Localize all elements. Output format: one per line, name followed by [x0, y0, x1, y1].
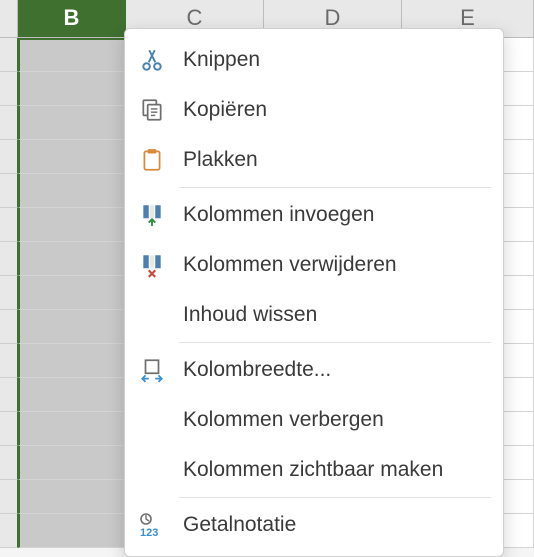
cell[interactable]: [18, 514, 126, 548]
menu-delete-columns[interactable]: Kolommen verwijderen: [125, 240, 503, 290]
copy-icon: [135, 93, 169, 127]
cell[interactable]: [18, 344, 126, 378]
row-header[interactable]: [0, 72, 18, 106]
row-header[interactable]: [0, 106, 18, 140]
row-header[interactable]: [0, 140, 18, 174]
menu-label: Plakken: [183, 148, 258, 172]
menu-hide-columns[interactable]: Kolommen verbergen: [125, 395, 503, 445]
row-header[interactable]: [0, 276, 18, 310]
cell[interactable]: [18, 276, 126, 310]
insert-columns-icon: [135, 198, 169, 232]
menu-label: Kopiëren: [183, 98, 267, 122]
corner-spacer: [0, 0, 18, 37]
column-header-b[interactable]: B: [18, 0, 126, 37]
cell[interactable]: [18, 242, 126, 276]
menu-insert-columns[interactable]: Kolommen invoegen: [125, 190, 503, 240]
cell[interactable]: [18, 140, 126, 174]
cell[interactable]: [18, 310, 126, 344]
menu-separator: [179, 342, 491, 343]
cell[interactable]: [18, 378, 126, 412]
row-header[interactable]: [0, 480, 18, 514]
hide-icon: [135, 403, 169, 437]
row-header[interactable]: [0, 208, 18, 242]
menu-label: Kolombreedte...: [183, 358, 331, 382]
menu-paste[interactable]: Plakken: [125, 135, 503, 185]
unhide-icon: [135, 453, 169, 487]
svg-text:123: 123: [140, 527, 158, 538]
row-header[interactable]: [0, 242, 18, 276]
row-header[interactable]: [0, 174, 18, 208]
menu-label: Knippen: [183, 48, 260, 72]
row-header[interactable]: [0, 310, 18, 344]
row-header[interactable]: [0, 412, 18, 446]
cell[interactable]: [18, 106, 126, 140]
column-width-icon: [135, 353, 169, 387]
row-header[interactable]: [0, 514, 18, 548]
number-format-icon: 123: [135, 508, 169, 542]
menu-separator: [179, 187, 491, 188]
cell[interactable]: [18, 412, 126, 446]
cell[interactable]: [18, 446, 126, 480]
menu-label: Kolommen verbergen: [183, 408, 384, 432]
column-context-menu: Knippen Kopiëren Plakken Kolommen invoeg…: [124, 28, 504, 557]
row-header[interactable]: [0, 38, 18, 72]
menu-number-format[interactable]: 123 Getalnotatie: [125, 500, 503, 550]
clear-icon: [135, 298, 169, 332]
menu-label: Kolommen invoegen: [183, 203, 374, 227]
menu-cut[interactable]: Knippen: [125, 35, 503, 85]
paste-icon: [135, 143, 169, 177]
cell[interactable]: [18, 72, 126, 106]
cut-icon: [135, 43, 169, 77]
row-header[interactable]: [0, 446, 18, 480]
cell[interactable]: [18, 208, 126, 242]
menu-column-width[interactable]: Kolombreedte...: [125, 345, 503, 395]
menu-label: Kolommen verwijderen: [183, 253, 397, 277]
cell[interactable]: [18, 174, 126, 208]
cell[interactable]: [18, 480, 126, 514]
menu-unhide-columns[interactable]: Kolommen zichtbaar maken: [125, 445, 503, 495]
row-header[interactable]: [0, 378, 18, 412]
menu-separator: [179, 497, 491, 498]
menu-label: Inhoud wissen: [183, 303, 317, 327]
menu-label: Getalnotatie: [183, 513, 296, 537]
menu-clear-contents[interactable]: Inhoud wissen: [125, 290, 503, 340]
row-header[interactable]: [0, 344, 18, 378]
delete-columns-icon: [135, 248, 169, 282]
menu-copy[interactable]: Kopiëren: [125, 85, 503, 135]
cell[interactable]: [18, 38, 126, 72]
menu-label: Kolommen zichtbaar maken: [183, 458, 443, 482]
